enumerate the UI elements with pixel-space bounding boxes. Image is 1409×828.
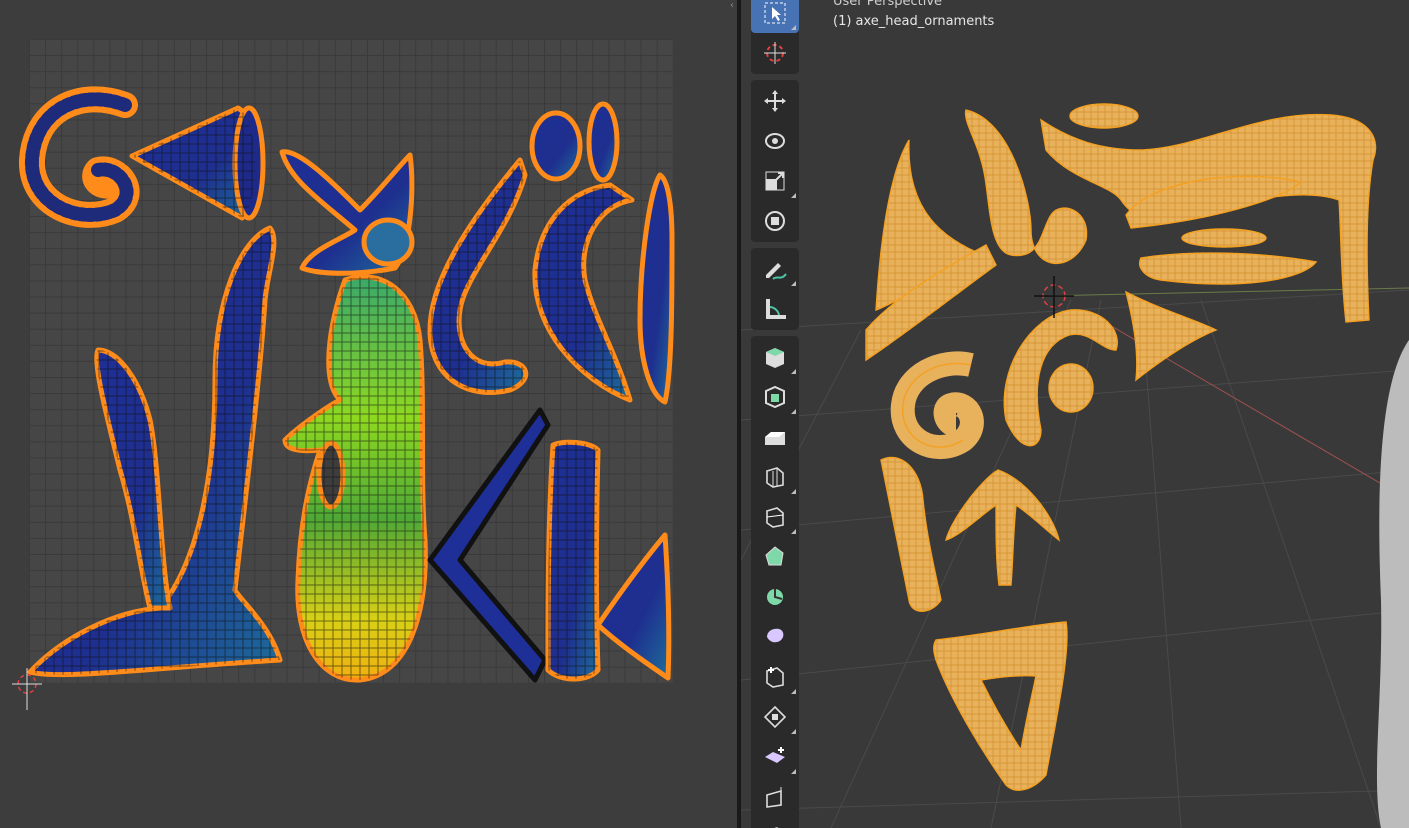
tool-group-select	[751, 0, 799, 74]
spin-tool[interactable]	[751, 617, 799, 657]
rip-region-icon	[774, 827, 779, 828]
smooth-tool[interactable]	[751, 657, 799, 697]
rip-region-tool[interactable]	[751, 817, 799, 828]
uv-island-arrow	[595, 532, 672, 681]
shrink-fatten-tool[interactable]	[751, 737, 799, 777]
uv-island-thin-vertical	[637, 172, 675, 405]
annotate-icon	[766, 263, 787, 280]
tool-group-transform	[751, 80, 799, 242]
viewport-info: User Perspective (1) axe_head_ornaments	[833, 0, 994, 32]
extrude-region-icon	[765, 385, 785, 409]
select-box-icon	[764, 2, 786, 24]
annotate-tool[interactable]	[751, 249, 799, 289]
scale-tool[interactable]	[751, 161, 799, 201]
measure-tool[interactable]	[751, 289, 799, 329]
extrude-tool[interactable]	[751, 377, 799, 417]
measure-icon	[766, 299, 786, 319]
poly-build-icon	[767, 589, 783, 605]
ornament-stick	[880, 456, 942, 612]
bevel-icon	[766, 467, 784, 488]
cursor-tool[interactable]	[751, 33, 799, 73]
loop-cut-icon	[766, 507, 784, 528]
view-name: User Perspective	[833, 0, 943, 9]
scale-icon	[765, 171, 785, 191]
ornament-hook	[964, 109, 1088, 265]
tool-group-annotate	[751, 248, 799, 330]
ornament-wave	[1040, 113, 1377, 323]
ornament-up-arrow	[945, 469, 1061, 586]
knife-tool[interactable]	[751, 537, 799, 577]
spin-icon	[767, 628, 784, 643]
rotate-icon	[765, 133, 785, 149]
shear-icon	[766, 787, 782, 808]
poly-build-tool[interactable]	[751, 577, 799, 617]
gray-mesh-object	[1376, 340, 1409, 828]
shear-tool[interactable]	[751, 777, 799, 817]
uv-island-oval	[529, 110, 583, 182]
shrink-fatten-icon	[765, 747, 785, 763]
transform-tool[interactable]	[751, 201, 799, 241]
3d-viewport[interactable]: User Perspective (1) axe_head_ornaments	[741, 0, 1409, 828]
uv-editor[interactable]	[0, 0, 737, 828]
edge-slide-icon	[763, 705, 787, 729]
rotate-tool[interactable]	[751, 121, 799, 161]
uv-islands[interactable]	[0, 0, 737, 828]
add-cube-tool[interactable]	[751, 337, 799, 377]
tool-group-mesh	[751, 336, 799, 828]
viewport-scene[interactable]	[741, 0, 1409, 828]
ornament-triangle	[933, 621, 1068, 791]
inset-faces-icon	[765, 432, 785, 445]
edge-slide-tool[interactable]	[751, 697, 799, 737]
transform-icon	[765, 211, 785, 231]
toolbar	[751, 0, 799, 828]
select-box-tool[interactable]	[751, 0, 799, 33]
loop-cut-tool[interactable]	[751, 497, 799, 537]
move-tool[interactable]	[751, 81, 799, 121]
ornament-spiral	[890, 351, 984, 460]
knife-icon	[765, 546, 784, 566]
object-label: (1) axe_head_ornaments	[833, 14, 995, 29]
collapse-arrow-icon[interactable]: ‹	[730, 0, 740, 12]
uv-island-v-shape	[427, 407, 551, 683]
bevel-tool[interactable]	[751, 457, 799, 497]
cursor-icon	[764, 42, 786, 64]
move-icon	[764, 90, 786, 112]
inset-tool[interactable]	[751, 417, 799, 457]
add-cube-icon	[766, 348, 784, 368]
smooth-icon	[766, 667, 784, 688]
